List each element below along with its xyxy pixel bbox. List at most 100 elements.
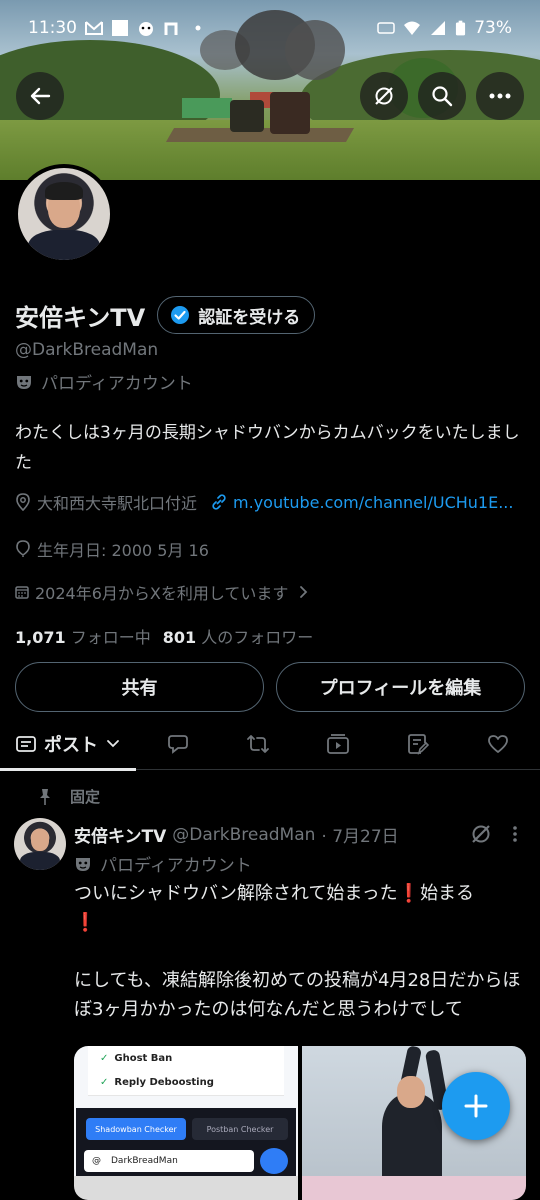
get-verified-label: 認証を受ける xyxy=(198,307,301,328)
post-text-line1: ついにシャドウバン解除されて始まった xyxy=(74,883,398,904)
app-square-icon xyxy=(112,20,128,36)
heart-icon xyxy=(488,734,508,753)
grok-button[interactable] xyxy=(360,72,408,120)
check-icon: ✓ xyxy=(100,1077,109,1088)
posts-tab-icon xyxy=(16,735,36,752)
tab-posts[interactable]: ポスト xyxy=(0,718,136,771)
search-button[interactable] xyxy=(418,72,466,120)
profile-tabs: ポスト xyxy=(0,718,540,771)
more-options-button[interactable] xyxy=(476,72,524,120)
compose-post-button[interactable] xyxy=(442,1072,510,1140)
exclamation-icon: ❗ xyxy=(74,912,97,933)
wifi-icon xyxy=(404,21,421,35)
repost-icon xyxy=(247,734,269,753)
article-edit-icon xyxy=(408,733,429,755)
post-parody-label: パロディアカウント xyxy=(74,851,252,876)
reply-bubble-icon xyxy=(168,734,188,754)
mask-icon xyxy=(17,375,31,389)
tab-media[interactable] xyxy=(298,718,378,770)
following-label: フォロー中 xyxy=(70,628,151,647)
media-input-value: DarkBreadMan xyxy=(111,1156,178,1166)
post-parody-text: パロディアカウント xyxy=(100,856,252,876)
profile-birthday: 生年月日: 2000 5月 16 xyxy=(37,541,209,560)
profile-name: 安倍キンTV xyxy=(15,303,146,332)
banner-locomotive xyxy=(230,100,264,132)
signal-icon xyxy=(431,21,446,35)
banner-train-car xyxy=(182,98,232,118)
media-image-4[interactable] xyxy=(302,1176,526,1200)
avatar-hair xyxy=(45,182,83,200)
chevron-right-icon xyxy=(300,586,308,598)
parody-label-text: パロディアカウント xyxy=(41,374,193,394)
search-icon xyxy=(432,86,453,107)
chevron-down-icon xyxy=(107,739,119,747)
more-horizontal-icon xyxy=(489,93,511,99)
mask-icon xyxy=(76,857,90,871)
exclamation-icon: ❗ xyxy=(397,883,421,904)
photo-face xyxy=(397,1076,425,1108)
tab-likes[interactable] xyxy=(458,718,538,770)
post-author-handle[interactable]: @DarkBreadMan xyxy=(172,825,315,845)
dot-icon xyxy=(195,25,201,31)
post-text-para2: にしても、凍結解除後初めての投稿が4月28日だからほぼ3ヶ月かかったのは何なんだ… xyxy=(74,970,521,1020)
tab-articles[interactable] xyxy=(378,718,458,770)
pinned-label: 固定 xyxy=(70,788,101,806)
link-icon xyxy=(212,494,226,510)
profile-website-link[interactable]: m.youtube.com/channel/UCHu1E... xyxy=(233,493,513,512)
pin-icon xyxy=(40,788,50,805)
arrow-left-icon xyxy=(30,87,51,105)
post-grok-icon[interactable] xyxy=(470,823,492,845)
media-reply-deboosting: Reply Deboosting xyxy=(114,1077,214,1088)
media-postban-tab: Postban Checker xyxy=(192,1118,288,1140)
check-icon: ✓ xyxy=(100,1053,109,1064)
grok-icon xyxy=(375,87,393,105)
avatar-face xyxy=(31,829,49,851)
post-text-line1b: 始まる xyxy=(420,883,475,904)
post-author-name[interactable]: 安倍キンTV xyxy=(74,822,166,847)
post-date[interactable]: · 7月27日 xyxy=(321,822,398,847)
avatar-suit xyxy=(20,852,60,870)
media-handle-input: @ DarkBreadMan xyxy=(84,1150,254,1172)
media-image-shadowban-checker[interactable]: ✓ Ghost Ban ✓ Reply Deboosting Shadowban C… xyxy=(74,1046,298,1176)
profile-joined-row[interactable]: 2024年6月からXを利用しています xyxy=(15,580,308,604)
avatar-suit xyxy=(28,230,100,260)
post-author-avatar[interactable] xyxy=(14,818,66,870)
profile-bio: わたくしは3ヶ月の長期シャドウバンからカムバックをいたしました xyxy=(15,423,520,473)
media-ghost-ban-row: ✓ Ghost Ban xyxy=(88,1046,284,1072)
post-more-icon[interactable] xyxy=(510,824,520,844)
follow-stats: 1,071 フォロー中 801 人のフォロワー xyxy=(15,624,313,648)
tab-reposts[interactable] xyxy=(218,718,298,770)
parody-account-label: パロディアカウント xyxy=(15,369,193,394)
followers-count: 801 xyxy=(162,628,197,647)
post-header: 安倍キンTV @DarkBreadMan · 7月27日 xyxy=(74,822,454,848)
verified-badge-icon xyxy=(171,306,190,324)
profile-avatar[interactable] xyxy=(14,164,114,264)
media-search-icon xyxy=(260,1148,288,1174)
plus-icon xyxy=(464,1094,488,1118)
banner-locomotive xyxy=(270,92,310,134)
profile-birthday-row: 生年月日: 2000 5月 16 xyxy=(15,537,209,561)
media-ghost-ban: Ghost Ban xyxy=(114,1053,173,1064)
back-button[interactable] xyxy=(16,72,64,120)
followers-label: 人のフォロワー xyxy=(201,628,314,647)
edit-profile-button[interactable]: プロフィールを編集 xyxy=(276,662,525,712)
following-count: 1,071 xyxy=(15,628,66,647)
get-verified-button[interactable]: 認証を受ける xyxy=(157,296,316,334)
profile-location-row: 大和西大寺駅北口付近 m.youtube.com/channel/UCHu1E.… xyxy=(15,490,513,514)
share-button[interactable]: 共有 xyxy=(15,662,264,712)
media-checker-panel: Shadowban Checker Postban Checker @ DarkB… xyxy=(76,1108,296,1176)
profile-handle: @DarkBreadMan xyxy=(15,340,159,360)
calendar-icon xyxy=(15,586,29,599)
battery-level: 73% xyxy=(474,18,512,38)
tab-posts-label: ポスト xyxy=(44,734,98,756)
profile-joined: 2024年6月からXを利用しています xyxy=(35,584,289,603)
n-app-icon xyxy=(164,22,178,35)
following-stat[interactable]: 1,071 フォロー中 xyxy=(15,624,151,648)
post-text: ついにシャドウバン解除されて始まった❗始まる ❗ にしても、凍結解除後初めての投… xyxy=(74,879,524,1024)
birthday-balloon-icon xyxy=(16,540,30,557)
media-reply-deboosting-row: ✓ Reply Deboosting xyxy=(88,1070,284,1096)
gmail-icon xyxy=(85,21,103,35)
tab-replies[interactable] xyxy=(138,718,218,770)
media-image-3[interactable] xyxy=(74,1176,298,1200)
followers-stat[interactable]: 801 人のフォロワー xyxy=(163,624,314,648)
